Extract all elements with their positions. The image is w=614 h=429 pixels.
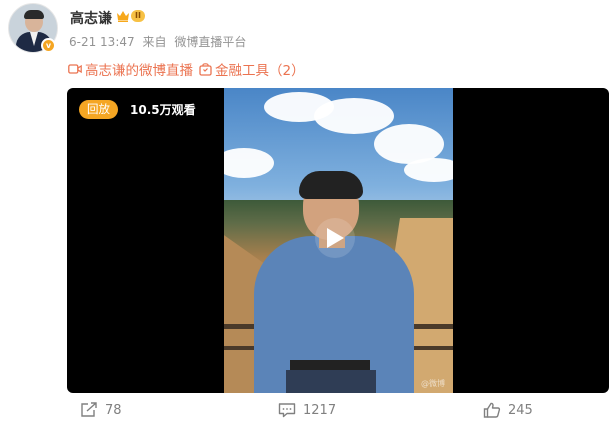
like-count: 245 [508,402,533,418]
bag-icon [199,62,212,76]
replay-badge: 回放 [79,100,118,119]
vip-badge[interactable]: II [116,9,145,23]
repost-button[interactable]: 78 [80,402,122,418]
post-time[interactable]: 6-21 13:47 [69,35,135,49]
cloud [314,98,394,134]
thumbs-up-icon [483,402,501,418]
comment-icon [278,403,296,418]
view-count: 10.5万观看 [130,103,196,117]
post-meta: 6-21 13:47 来自 微博直播平台 [69,33,250,50]
tag-product[interactable]: 金融工具（2） [199,59,305,79]
repost-icon [81,402,97,417]
tag-live-label: 高志谦的微博直播 [85,63,193,79]
video-watermark: @微博 [421,379,445,388]
author-name[interactable]: 高志谦 [70,8,112,28]
post-source[interactable]: 微博直播平台 [174,35,246,49]
video-player[interactable]: @微博 回放 10.5万观看 [67,88,609,393]
person-pants [286,370,376,393]
video-camera-icon [68,64,82,74]
tag-live[interactable]: 高志谦的微博直播 [68,59,193,79]
cloud [404,158,453,182]
person-hair [299,171,363,199]
play-icon [327,228,344,248]
topic-tags: 高志谦的微博直播 金融工具（2） [68,59,305,79]
repost-count: 78 [105,402,122,418]
tag-product-label: 金融工具（2） [215,63,305,79]
like-button[interactable]: 245 [483,402,533,418]
crown-icon [117,11,129,22]
comment-button[interactable]: 1217 [278,402,336,418]
source-prefix: 来自 [142,35,167,49]
avatar-hair [24,10,44,19]
verified-badge-icon: v [41,38,56,53]
person-belt [290,360,370,370]
vip-level: II [131,10,145,22]
play-button[interactable] [315,218,355,258]
cloud [224,148,274,178]
comment-count: 1217 [303,402,337,418]
